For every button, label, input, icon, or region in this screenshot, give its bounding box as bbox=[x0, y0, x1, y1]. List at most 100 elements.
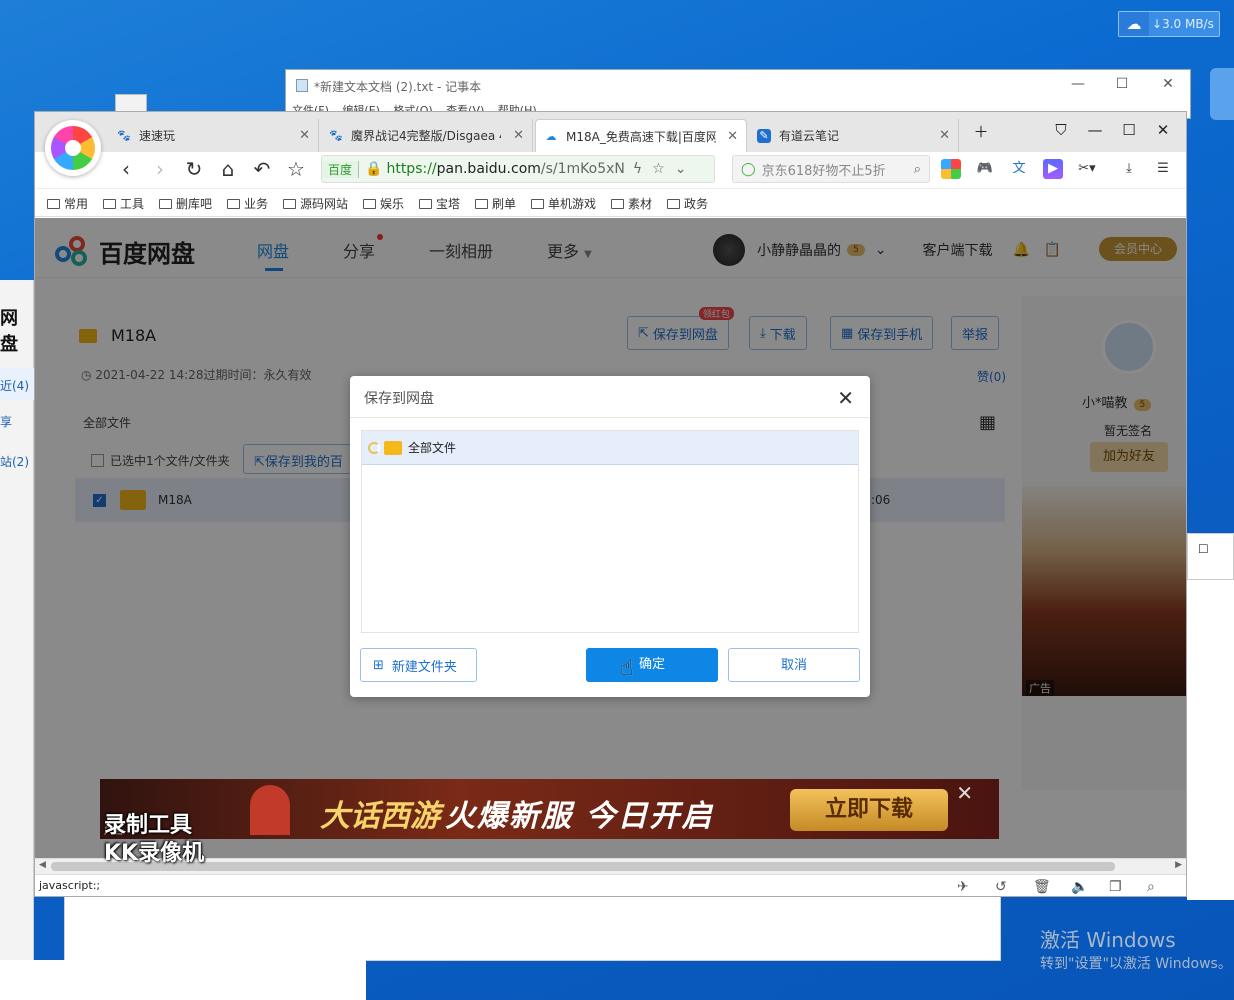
paw-icon: 🐾 bbox=[117, 129, 131, 142]
close-icon[interactable]: ✕ bbox=[837, 386, 854, 410]
background-window-right-body bbox=[1187, 580, 1234, 900]
desktop-app-icon[interactable] bbox=[1210, 68, 1234, 120]
folder-tree[interactable]: 全部文件 bbox=[361, 430, 859, 633]
hand-cursor-icon: ☝ bbox=[620, 656, 634, 681]
new-folder-button[interactable]: ⊞ 新建文件夹 bbox=[360, 648, 477, 682]
ad-banner[interactable]: 广告 大话西游 火爆新服 今日开启 立即下载 ✕ bbox=[100, 779, 999, 839]
browser-logo[interactable] bbox=[45, 120, 101, 176]
video-icon[interactable]: ▶ bbox=[1043, 159, 1063, 179]
horizontal-scrollbar[interactable]: ◀ ▶ bbox=[35, 858, 1186, 874]
window-title: 网盘 bbox=[0, 308, 18, 355]
recorder-watermark: 录制工具 KK录像机 bbox=[104, 813, 205, 866]
maximize-button[interactable]: ☐ bbox=[1117, 121, 1141, 143]
bookmark-folder[interactable]: 源码网站 bbox=[283, 195, 348, 212]
bookmark-folder[interactable]: 政务 bbox=[667, 195, 708, 212]
window-icon[interactable]: ❐ bbox=[1109, 879, 1122, 895]
search-icon[interactable]: ⌕ bbox=[914, 162, 921, 177]
close-button[interactable]: ✕ bbox=[1158, 76, 1178, 92]
search-engine-icon: ◯ bbox=[741, 161, 756, 177]
menu-icon[interactable]: ☰ bbox=[1153, 159, 1173, 179]
bookmark-folder[interactable]: 业务 bbox=[227, 195, 268, 212]
scissors-icon[interactable]: ✂▾ bbox=[1077, 159, 1097, 179]
minimize-button[interactable]: — bbox=[1083, 121, 1107, 143]
maximize-icon[interactable]: ☐ bbox=[1198, 542, 1209, 556]
bookmark-folder[interactable]: 素材 bbox=[611, 195, 652, 212]
rocket-icon[interactable]: ✈ bbox=[957, 879, 969, 895]
tab-disgaea[interactable]: 🐾 魔界战记4完整版/Disgaea 4 ✕ bbox=[321, 119, 533, 152]
sidebar-item[interactable]: 近(4) bbox=[0, 368, 34, 400]
close-tab-icon[interactable]: ✕ bbox=[727, 129, 738, 144]
address-bar[interactable]: 百度 🔒 https://pan.baidu.com/s/1mKo5xN ϟ ☆… bbox=[321, 155, 715, 183]
sidebar-item[interactable]: 享 bbox=[0, 404, 34, 436]
folder-icon bbox=[531, 198, 544, 209]
tab-youdao[interactable]: ✎ 有道云笔记 ✕ bbox=[749, 119, 959, 152]
bookmark-folder[interactable]: 单机游戏 bbox=[531, 195, 596, 212]
windows-activation-watermark: 激活 Windows 转到"设置"以激活 Windows。 bbox=[1040, 928, 1232, 972]
tab-bar: 🐾 速速玩 ✕ 🐾 魔界战记4完整版/Disgaea 4 ✕ ☁ M18A_免费… bbox=[35, 112, 1186, 152]
folder-icon bbox=[363, 198, 376, 209]
download-speed: ↓3.0 MB/s bbox=[1152, 17, 1214, 31]
favorite-icon[interactable]: ☆ bbox=[652, 161, 665, 177]
search-box[interactable]: ◯ 京东618好物不止5折 ⌕ bbox=[732, 155, 930, 183]
scroll-left-icon[interactable]: ◀ bbox=[39, 860, 46, 870]
bookmark-folder[interactable]: 刷单 bbox=[475, 195, 516, 212]
bookmark-folder[interactable]: 工具 bbox=[103, 195, 144, 212]
bookmark-folder[interactable]: 娱乐 bbox=[363, 195, 404, 212]
game-icon[interactable]: 🎮 bbox=[975, 159, 995, 179]
background-window-right[interactable]: ☐ bbox=[1187, 533, 1234, 580]
youdao-icon: ✎ bbox=[757, 128, 771, 143]
close-button[interactable]: ✕ bbox=[1151, 121, 1175, 143]
translate-icon[interactable]: 文 bbox=[1009, 159, 1029, 179]
scrollbar-thumb[interactable] bbox=[51, 862, 1115, 871]
volume-icon[interactable]: 🔈 bbox=[1071, 879, 1088, 895]
tab-susuwan[interactable]: 🐾 速速玩 ✕ bbox=[109, 119, 319, 152]
folder-icon bbox=[47, 198, 60, 209]
download-icon[interactable]: ⤓ bbox=[1119, 159, 1139, 179]
folder-icon bbox=[419, 198, 432, 209]
folder-icon bbox=[227, 198, 240, 209]
folder-icon bbox=[283, 198, 296, 209]
back-icon[interactable]: ‹ bbox=[113, 157, 139, 181]
cancel-button[interactable]: 取消 bbox=[728, 648, 860, 682]
shirt-icon[interactable]: ⛉ bbox=[1049, 121, 1073, 143]
new-tab-button[interactable]: ＋ bbox=[969, 121, 993, 143]
folder-icon bbox=[384, 440, 402, 455]
tree-root-item[interactable]: 全部文件 bbox=[362, 431, 858, 465]
zoom-icon[interactable]: ⌕ bbox=[1147, 879, 1155, 895]
sidebar-item[interactable]: 站(2) bbox=[0, 444, 34, 476]
undo-icon[interactable]: ↶ bbox=[249, 157, 275, 181]
bookmark-folder[interactable]: 删库吧 bbox=[159, 195, 212, 212]
spokesperson-image bbox=[250, 785, 290, 835]
site-badge: 百度 bbox=[322, 160, 360, 178]
chevron-down-icon[interactable]: ⌄ bbox=[675, 161, 687, 177]
tab-baidu-pan[interactable]: ☁ M18A_免费高速下载|百度网盘 ✕ bbox=[535, 119, 747, 152]
refresh-icon[interactable]: ↺ bbox=[995, 879, 1007, 895]
close-tab-icon[interactable]: ✕ bbox=[939, 128, 950, 143]
windows-apps-icon[interactable] bbox=[941, 159, 961, 179]
bookmark-folder[interactable]: 常用 bbox=[47, 195, 88, 212]
bookmarks-bar: 常用 工具 删库吧 业务 源码网站 娱乐 宝塔 刷单 单机游戏 素材 政务 bbox=[35, 189, 1186, 217]
desktop-file-icon[interactable] bbox=[115, 94, 147, 112]
scroll-right-icon[interactable]: ▶ bbox=[1175, 860, 1182, 870]
minimize-button[interactable]: — bbox=[1068, 76, 1088, 92]
forward-icon[interactable]: › bbox=[147, 157, 173, 181]
close-tab-icon[interactable]: ✕ bbox=[513, 128, 524, 143]
ad-download-button[interactable]: 立即下载 bbox=[790, 789, 948, 831]
paw-icon: 🐾 bbox=[329, 129, 343, 142]
background-window-left[interactable]: 网盘 近(4) 享 站(2) bbox=[0, 280, 34, 960]
bookmark-folder[interactable]: 宝塔 bbox=[419, 195, 460, 212]
close-tab-icon[interactable]: ✕ bbox=[299, 128, 310, 143]
star-icon[interactable]: ☆ bbox=[283, 157, 309, 181]
home-icon[interactable]: ⌂ bbox=[215, 157, 241, 181]
folder-icon bbox=[103, 198, 116, 209]
reload-icon[interactable]: ↻ bbox=[181, 157, 207, 181]
maximize-button[interactable]: ☐ bbox=[1112, 76, 1132, 92]
close-icon[interactable]: ✕ bbox=[956, 781, 973, 805]
lightning-icon[interactable]: ϟ bbox=[633, 161, 642, 177]
confirm-button[interactable]: 确定 bbox=[586, 648, 718, 682]
folder-icon bbox=[159, 198, 172, 209]
notepad-icon bbox=[296, 79, 308, 92]
network-speed-widget[interactable]: ☁ ↓3.0 MB/s bbox=[1118, 11, 1220, 37]
background-window-bottom bbox=[64, 895, 1001, 961]
trash-icon[interactable]: 🗑 bbox=[1033, 879, 1051, 895]
